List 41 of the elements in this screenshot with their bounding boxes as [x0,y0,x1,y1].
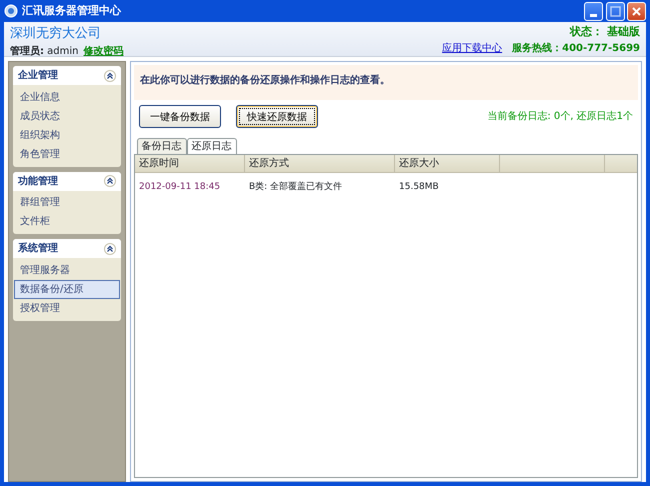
action-button[interactable]: 一键备份数据 [139,105,221,128]
window-title: 汇讯服务器管理中心 [22,2,121,19]
sidebar-item[interactable]: 文件柜 [14,212,120,231]
action-button[interactable]: 快速还原数据 [236,105,318,128]
column-header[interactable]: 还原时间 [135,155,245,172]
column-header[interactable]: 还原大小 [395,155,500,172]
sidebar-item[interactable]: 企业信息 [14,88,120,106]
group-title: 功能管理 [18,174,58,188]
app-icon [4,4,18,18]
collapse-icon[interactable] [104,175,116,187]
group-title: 企业管理 [18,68,58,83]
maximize-button[interactable] [606,2,624,20]
download-center-link[interactable]: 应用下载中心 [442,40,502,56]
change-password-link[interactable]: 修改密码 [84,44,124,58]
collapse-icon[interactable] [104,242,116,254]
table-cell-text: 2012-09-11 18:45 [138,181,222,194]
group-title: 系统管理 [18,242,58,256]
sidebar-item[interactable]: 角色管理 [14,144,120,164]
minimize-icon [590,14,597,16]
sidebar-item[interactable]: 组织架构 [14,126,120,144]
column-header[interactable]: 还原方式 [245,155,395,172]
intro-text: 在此你可以进行数据的备份还原操作和操作日志的查看。 [134,65,638,100]
log-tab[interactable]: 备份日志 [136,138,186,154]
table-cell-text: B类: 全部覆盖已有文件 [248,181,344,194]
minimize-button[interactable] [584,2,603,20]
backup-summary: 当前备份日志: 0个, 还原日志1个 [487,110,633,124]
sidebar-item[interactable]: 授权管理 [14,298,120,318]
admin-label: 管理员: admin [10,44,79,58]
close-icon [631,6,642,16]
close-button[interactable] [627,2,646,20]
hotline-text: 服务热线：400-777-5699 [512,42,640,56]
maximize-icon [610,6,620,16]
log-tab[interactable]: 还原日志 [186,138,236,155]
sidebar-item[interactable]: 成员状态 [14,106,120,126]
table-cell-text: 15.58MB [398,181,440,194]
edition-status: 状态： 基础版 [570,24,640,40]
sidebar-item[interactable]: 群组管理 [14,193,120,212]
company-name: 深圳无穷大公司 [10,25,102,43]
sidebar-item[interactable]: 管理服务器 [14,260,120,280]
collapse-icon[interactable] [104,70,116,82]
sidebar-item[interactable]: 数据备份/还原 [14,280,120,298]
